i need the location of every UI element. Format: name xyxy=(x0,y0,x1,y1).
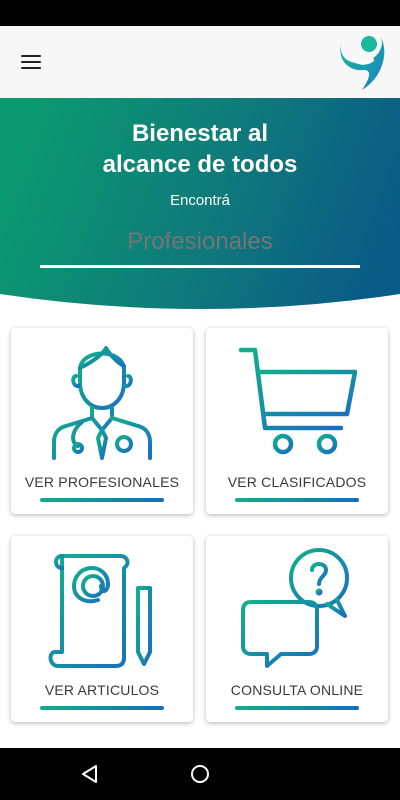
card-ver-clasificados[interactable]: VER CLASIFICADOS xyxy=(206,328,388,514)
app-logo xyxy=(340,36,385,90)
hamburger-menu-icon[interactable] xyxy=(14,48,48,76)
card-ver-profesionales[interactable]: VER PROFESIONALES xyxy=(11,328,193,514)
doctor-icon xyxy=(52,346,152,460)
card-label: VER ARTICULOS xyxy=(44,682,160,698)
card-accent-bar xyxy=(40,706,164,710)
card-accent-bar xyxy=(235,706,359,710)
home-circle-icon[interactable] xyxy=(190,764,210,784)
hero-title-line1: Bienestar al xyxy=(131,120,269,147)
card-ver-articulos[interactable]: VER ARTICULOS xyxy=(11,536,193,722)
shopping-cart-icon xyxy=(238,347,357,455)
status-bar xyxy=(0,0,400,26)
system-nav-bar xyxy=(0,748,400,800)
card-accent-bar xyxy=(235,498,359,502)
chat-question-icon xyxy=(241,548,349,668)
card-label: CONSULTA ONLINE xyxy=(230,682,364,698)
hero-title: Bienestar al alcance de todos xyxy=(0,118,400,180)
card-consulta-online[interactable]: CONSULTA ONLINE xyxy=(206,536,388,722)
card-label: VER CLASIFICADOS xyxy=(227,474,367,490)
app-bar xyxy=(0,26,400,98)
back-triangle-icon[interactable] xyxy=(80,764,100,784)
hero-title-line2: alcance de todos xyxy=(102,151,298,178)
hero-banner: Bienestar al alcance de todos Encontrá xyxy=(0,98,400,314)
card-label: VER PROFESIONALES xyxy=(24,474,180,490)
card-accent-bar xyxy=(40,498,164,502)
article-document-icon xyxy=(48,554,152,668)
hero-subtitle: Encontrá xyxy=(169,192,231,209)
search-input[interactable] xyxy=(40,218,360,268)
